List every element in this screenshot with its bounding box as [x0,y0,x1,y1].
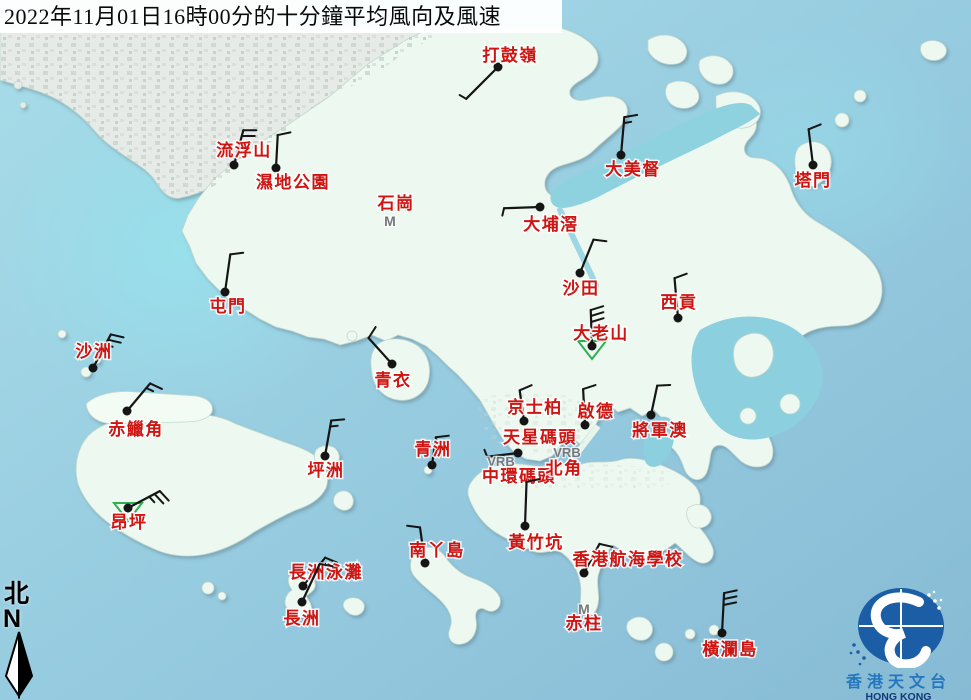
station-label: 青衣 [375,370,412,390]
tsing-yi-island [371,339,430,400]
station-label: 塔門 [795,170,832,190]
station-label: 沙田 [563,279,600,298]
station-dot [617,151,626,160]
station-dot [230,161,239,170]
station-label: 大埔滘 [523,214,579,234]
station-label: 啟德 [578,401,615,421]
station-label: 打鼓嶺 [482,45,538,65]
station-dot [718,629,727,638]
station-label: 橫瀾島 [702,639,758,659]
station-dot [388,360,397,369]
station-label: 大美督 [605,159,661,179]
station-label: 將軍澳 [632,420,688,440]
hko-logo-chinese: 香港天文台 [826,674,971,691]
station-label: 屯門 [210,296,247,316]
north-compass: 北 N [2,582,42,700]
station-dot [272,164,281,173]
station-dot [809,161,818,170]
station-label: 赤柱 [566,613,603,633]
station-label: 京士柏 [507,397,563,417]
station-dot [580,569,589,578]
station-dot [514,449,523,458]
map-title: 2022年11月01日16時00分的十分鐘平均風向及風速 [0,0,562,33]
station-label: 沙洲 [76,342,113,361]
station-dot [647,411,656,420]
station-label: 大老山 [573,323,629,343]
map-title-text: 2022年11月01日16時00分的十分鐘平均風向及風速 [4,4,501,29]
station-label: 香港航海學校 [573,549,684,569]
station-dot [124,504,133,513]
hko-logo-icon [826,578,971,668]
station-dot [221,288,230,297]
m-marker: M [384,213,396,229]
hko-logo: 香港天文台 HONG KONG OBSERVATORY [826,578,971,700]
station-dot [428,461,437,470]
vrb-marker: VRB [553,445,580,460]
station-dot [536,203,545,212]
station-dot [123,407,132,416]
station-dot [520,417,529,426]
station-dot [521,522,530,531]
north-arrow-icon [2,630,36,700]
station-label: 南丫島 [409,540,465,560]
station-dot [321,452,330,461]
station-dot [674,314,683,323]
station-label: 流浮山 [216,140,272,160]
station-dot [298,598,307,607]
station-dot [89,364,98,373]
station-label: 坪洲 [308,461,345,480]
station-dot [299,582,308,591]
station-label: 赤鱲角 [108,419,164,439]
station-dot [581,421,590,430]
station-label: 濕地公園 [256,172,330,192]
hko-wind-map-app: 打鼓嶺流浮山濕地公園 M石崗 大美督塔門大埔滘沙田西貢大老山 屯門沙洲青衣赤鱲角 京士柏… [0,0,971,700]
station-label: 西貢 [661,293,698,312]
station-label: 黃竹坑 [507,532,564,552]
station-label: 長洲 [284,609,321,628]
compass-north-letter: N [3,608,42,630]
station-label: 昂坪 [111,513,148,532]
station-label: 青洲 [415,439,452,459]
station-label: 石崗 [377,194,415,213]
station-label: 北角 [546,458,583,478]
hko-logo-english: HONG KONG OBSERVATORY [826,691,971,700]
station-dot [576,269,585,278]
